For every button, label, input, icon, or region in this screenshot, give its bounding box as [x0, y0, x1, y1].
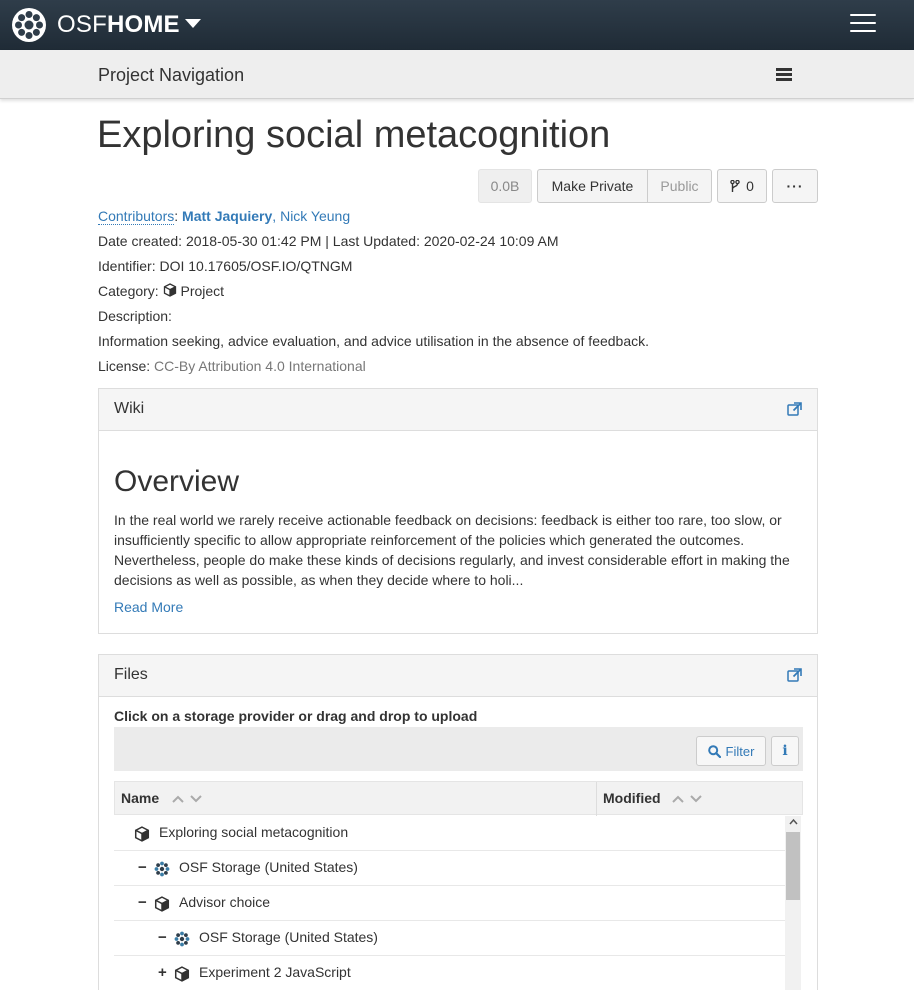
- wiki-overview-text: In the real world we rarely receive acti…: [114, 512, 790, 588]
- description-label: Description:: [98, 308, 172, 324]
- osf-storage-icon: [154, 861, 170, 877]
- make-private-button[interactable]: Make Private: [537, 169, 648, 203]
- contributor-link[interactable]: Nick Yeung: [280, 208, 350, 224]
- license-label: License:: [98, 358, 151, 374]
- sort-ascending-icon[interactable]: [171, 792, 185, 806]
- collapse-toggle[interactable]: −: [158, 929, 168, 946]
- wiki-panel-title: Wiki: [114, 400, 145, 417]
- category-label: Category:: [98, 283, 159, 299]
- wiki-panel: Wiki Overview In the real world we rarel…: [98, 388, 818, 634]
- contributor-link[interactable]: Matt Jaquiery: [182, 208, 272, 224]
- osf-logo-icon[interactable]: [11, 7, 47, 43]
- external-link-icon[interactable]: [787, 402, 802, 417]
- category-value: Project: [180, 283, 225, 299]
- sort-descending-icon[interactable]: [189, 792, 203, 806]
- osf-storage-icon: [174, 931, 190, 947]
- contributors-line: Contributors: Matt Jaquiery, Nick Yeung: [98, 208, 350, 225]
- files-panel-header: Files: [99, 655, 817, 697]
- external-link-icon[interactable]: [787, 668, 802, 683]
- brand-dropdown-caret-icon[interactable]: [185, 19, 201, 28]
- fork-icon: [730, 179, 740, 192]
- category-line: Category: Project: [98, 283, 224, 299]
- project-menu-icon[interactable]: [776, 68, 792, 82]
- top-navbar: OSFHOME: [0, 0, 914, 50]
- brand-osf-text: OSF: [57, 11, 107, 38]
- contributors-separator: :: [174, 208, 183, 224]
- scroll-up-arrow-icon[interactable]: [789, 818, 798, 826]
- fork-count: 0: [746, 178, 754, 194]
- expand-toggle[interactable]: +: [158, 964, 168, 981]
- scrollbar-thumb[interactable]: [786, 832, 800, 900]
- file-tree-row[interactable]: − OSF Storage (United States): [114, 921, 785, 956]
- more-options-button[interactable]: ···: [772, 169, 818, 203]
- brand-link[interactable]: OSFHOME: [57, 11, 180, 39]
- file-tree-row[interactable]: − Advisor choice: [114, 886, 785, 921]
- info-button[interactable]: i: [771, 736, 799, 766]
- license-line: License: CC-By Attribution 4.0 Internati…: [98, 358, 366, 374]
- file-tree-label: Advisor choice: [179, 894, 271, 910]
- name-column-header[interactable]: Name: [115, 782, 597, 816]
- search-icon: [707, 744, 721, 758]
- file-tree-row[interactable]: Exploring social metacognition: [114, 816, 785, 851]
- info-icon: i: [782, 743, 788, 759]
- sort-ascending-icon[interactable]: [671, 792, 685, 806]
- modified-column-label: Modified: [603, 790, 661, 806]
- file-tree-row[interactable]: + Experiment 2 JavaScript: [114, 956, 785, 990]
- description-text: Information seeking, advice evaluation, …: [98, 333, 650, 349]
- contributors-label[interactable]: Contributors: [98, 208, 175, 225]
- files-panel: Files Click on a storage provider or dra…: [98, 654, 818, 990]
- identifier-line: Identifier: DOI 10.17605/OSF.IO/QTNGM: [98, 258, 353, 274]
- public-button[interactable]: Public: [647, 169, 712, 203]
- wiki-overview-heading: Overview: [114, 465, 240, 498]
- modified-column-header[interactable]: Modified: [597, 782, 804, 816]
- date-line: Date created: 2018-05-30 01:42 PM | Last…: [98, 233, 559, 249]
- sort-descending-icon[interactable]: [689, 792, 703, 806]
- file-grid-header: Name Modified: [114, 781, 804, 816]
- name-column-label: Name: [121, 790, 160, 806]
- wiki-panel-header: Wiki: [99, 389, 817, 431]
- upload-hint: Click on a storage provider or drag and …: [114, 708, 478, 724]
- file-tree-scrollbar[interactable]: [785, 816, 801, 990]
- brand-home-text: HOME: [106, 11, 180, 38]
- files-toolbar: Filter i: [114, 727, 803, 771]
- file-tree-label: OSF Storage (United States): [199, 929, 378, 945]
- filter-button[interactable]: Filter: [696, 736, 766, 766]
- file-tree-label: Experiment 2 JavaScript: [199, 964, 351, 980]
- file-tree-label: OSF Storage (United States): [179, 859, 358, 875]
- collapse-toggle[interactable]: −: [138, 859, 148, 876]
- read-more-link[interactable]: Read More: [114, 599, 183, 615]
- file-tree-label: Exploring social metacognition: [159, 824, 349, 840]
- cube-icon: [174, 966, 190, 982]
- cube-icon: [154, 896, 170, 912]
- license-link[interactable]: CC-By Attribution 4.0 International: [154, 358, 366, 374]
- contributor-comma: ,: [272, 208, 281, 224]
- cube-icon: [134, 826, 150, 842]
- fork-button[interactable]: 0: [717, 169, 767, 203]
- file-tree-row[interactable]: − OSF Storage (United States): [114, 851, 785, 886]
- filter-label: Filter: [725, 743, 755, 759]
- collapse-toggle[interactable]: −: [138, 894, 148, 911]
- project-navigation-title: Project Navigation: [98, 65, 245, 85]
- project-size-badge: 0.0B: [478, 169, 532, 203]
- cube-icon: [163, 283, 176, 297]
- main-menu-icon[interactable]: [850, 14, 876, 32]
- page-title: Exploring social metacognition: [97, 114, 611, 156]
- files-panel-title: Files: [114, 666, 148, 683]
